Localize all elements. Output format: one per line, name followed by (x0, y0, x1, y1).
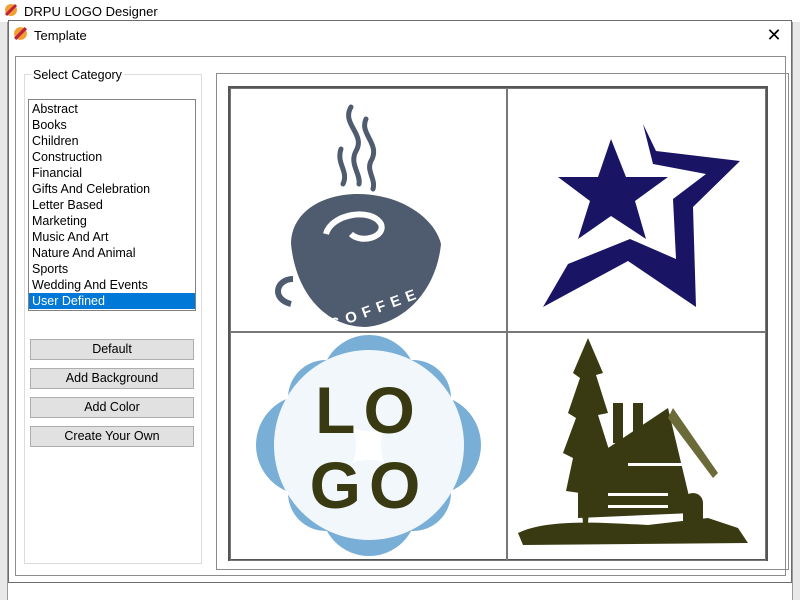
group-label: Select Category (31, 68, 124, 82)
template-dialog: Template ✕ Select Category Abstract Book… (8, 20, 792, 583)
category-item[interactable]: Sports (29, 261, 195, 277)
category-item[interactable]: Letter Based (29, 197, 195, 213)
close-button[interactable]: ✕ (763, 25, 785, 45)
dialog-logo-icon (14, 27, 27, 40)
template-cabin[interactable] (507, 332, 766, 561)
category-item-selected[interactable]: User Defined (29, 293, 195, 309)
add-background-button[interactable]: Add Background (30, 368, 194, 389)
category-list[interactable]: Abstract Books Children Construction Fin… (28, 99, 196, 311)
template-coffee[interactable]: COFFEE (230, 88, 507, 333)
category-item[interactable]: Construction (29, 149, 195, 165)
default-button[interactable]: Default (30, 339, 194, 360)
background-window-edge (0, 22, 8, 600)
template-logo[interactable]: LO GO (230, 332, 507, 561)
template-grid: COFFEE LO GO (228, 86, 768, 561)
add-color-button[interactable]: Add Color (30, 397, 194, 418)
category-item[interactable]: Books (29, 117, 195, 133)
category-item[interactable]: Nature And Animal (29, 245, 195, 261)
logo-line1: LO (315, 373, 423, 447)
background-scrollbar[interactable] (792, 22, 800, 600)
dialog-content: Select Category Abstract Books Children … (15, 56, 789, 576)
category-item[interactable]: Children (29, 133, 195, 149)
app-title: DRPU LOGO Designer (24, 4, 158, 19)
create-your-own-button[interactable]: Create Your Own (30, 426, 194, 447)
category-item[interactable]: Marketing (29, 213, 195, 229)
category-item[interactable]: Gifts And Celebration (29, 181, 195, 197)
logo-line2: GO (310, 448, 429, 522)
cabin-tree-logo (518, 338, 748, 545)
star-logo (543, 124, 740, 307)
app-title-bar: DRPU LOGO Designer (0, 0, 800, 22)
template-preview-frame: COFFEE LO GO (216, 73, 789, 570)
category-item[interactable]: Music And Art (29, 229, 195, 245)
dialog-title: Template (34, 28, 87, 43)
app-logo-icon (4, 3, 18, 17)
category-item[interactable]: Wedding And Events (29, 277, 195, 293)
category-item[interactable]: Financial (29, 165, 195, 181)
category-item[interactable]: Abstract (29, 101, 195, 117)
select-category-group: Select Category Abstract Books Children … (24, 68, 202, 564)
template-star[interactable] (507, 88, 766, 332)
coffee-cup-logo: COFFEE (275, 104, 441, 333)
logo-text-logo: LO GO (256, 335, 481, 556)
